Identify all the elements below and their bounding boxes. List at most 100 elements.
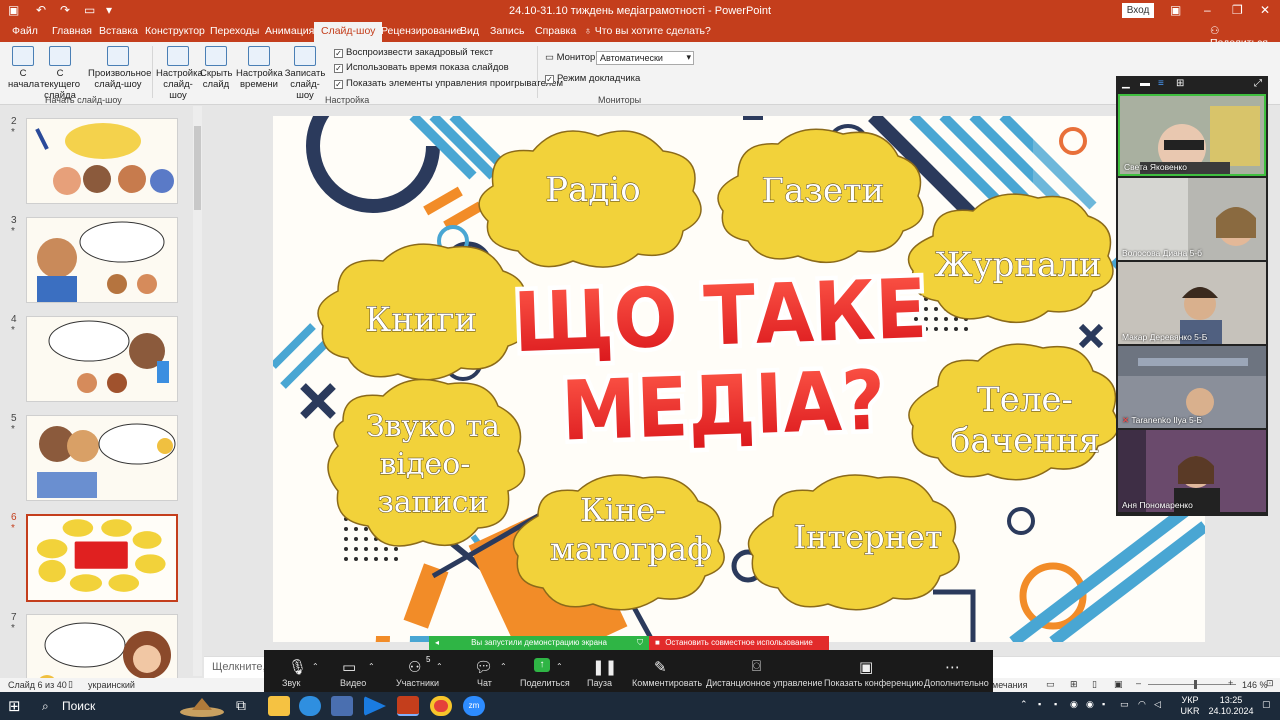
language-indicator[interactable]: УКР UKR xyxy=(1178,695,1202,717)
notes-toggle[interactable]: мечания xyxy=(992,680,1027,690)
chevron-up-icon[interactable]: ⌃ xyxy=(436,662,443,671)
mouse-icon[interactable]: ⌼ xyxy=(752,658,761,675)
wifi-icon[interactable]: ◠ xyxy=(1138,699,1146,710)
expand-icon[interactable]: ⤢ xyxy=(1254,78,1262,89)
ribbon-display-icon[interactable]: ▣ xyxy=(1170,3,1181,17)
tab-help[interactable]: Справка xyxy=(535,25,576,37)
from-start-button[interactable]: С начала xyxy=(8,46,39,90)
slide-thumbnail[interactable] xyxy=(26,316,178,402)
battery-icon[interactable]: ▭ xyxy=(1120,699,1129,710)
grid-view-icon[interactable]: ⊞ xyxy=(1176,78,1184,89)
slide-thumbnail[interactable] xyxy=(26,217,178,303)
clock[interactable]: 13:25 24.10.2024 xyxy=(1206,695,1256,717)
from-current-button[interactable]: С текущего слайда xyxy=(38,46,82,101)
tray-overflow-icon[interactable]: ⌃ xyxy=(1020,699,1028,710)
annotate-button-label[interactable]: Комментировать xyxy=(632,678,702,688)
participant-video[interactable]: ✕ Taranenko Ilya 5-Б xyxy=(1118,346,1266,428)
task-view-icon[interactable]: ⧉ xyxy=(236,697,246,714)
restore-icon[interactable]: ❐ xyxy=(1232,3,1243,17)
chevron-up-icon[interactable]: ⌃ xyxy=(312,662,319,671)
hide-slide-button[interactable]: Скрыть слайд xyxy=(200,46,232,90)
pause-button-label[interactable]: Пауза xyxy=(587,678,612,688)
participant-video[interactable]: Света Яковенко xyxy=(1118,94,1266,176)
record-slideshow-button[interactable]: Записать слайд-шоу xyxy=(282,46,328,101)
chat-button-label[interactable]: Чат xyxy=(477,678,492,688)
thumbnails-scrollbar[interactable] xyxy=(193,106,202,676)
participant-video[interactable]: Аня Пономаренко xyxy=(1118,430,1266,512)
custom-show-button[interactable]: Произвольное слайд-шоу xyxy=(88,46,151,90)
chevron-up-icon[interactable]: ⌃ xyxy=(556,662,563,671)
more-icon[interactable]: ⋯ xyxy=(945,658,960,676)
login-button[interactable]: Вход xyxy=(1122,3,1154,18)
tab-view[interactable]: Вид xyxy=(460,25,479,37)
scrollbar-thumb[interactable] xyxy=(194,126,201,210)
weather-widget-icon[interactable] xyxy=(178,694,226,718)
monitor-select[interactable]: Автоматически ▾ xyxy=(596,51,694,65)
slideshow-view-icon[interactable]: ▣ xyxy=(1114,679,1123,690)
slide-sorter-icon[interactable]: ⊞ xyxy=(1070,679,1078,690)
zoom-slider-thumb[interactable] xyxy=(1194,680,1197,689)
slide-thumbnail[interactable] xyxy=(26,614,178,678)
zoom-level[interactable]: 146 % xyxy=(1242,680,1268,690)
tray-app-icon[interactable]: ◉ xyxy=(1070,699,1078,710)
timings-checkbox[interactable]: ✓ Использовать время показа слайдов xyxy=(334,62,509,73)
participants-button-label[interactable]: Участники xyxy=(396,678,439,688)
file-explorer-icon[interactable] xyxy=(268,696,290,716)
audio-button-label[interactable]: Звук xyxy=(282,678,300,688)
pause-icon[interactable]: ❚❚ xyxy=(592,658,617,676)
tray-app-icon[interactable]: ◉ xyxy=(1086,699,1094,710)
close-icon[interactable]: ✕ xyxy=(1260,3,1270,17)
language-indicator[interactable]: украинский xyxy=(88,680,135,690)
share-screen-icon[interactable]: ↑ xyxy=(534,658,550,672)
strip-view-icon[interactable]: ≡ xyxy=(1158,78,1164,89)
annotate-pen-icon[interactable]: ✎ xyxy=(654,658,667,676)
chevron-up-icon[interactable]: ⌃ xyxy=(500,662,507,671)
zoom-out-icon[interactable]: – xyxy=(1136,678,1141,688)
participant-video[interactable]: Волосова Диана 5-б xyxy=(1118,178,1266,260)
fit-to-window-icon[interactable]: ⊡ xyxy=(1266,678,1274,689)
tell-me-search[interactable]: ♁ Что вы хотите сделать? xyxy=(584,25,711,37)
normal-view-icon[interactable]: ▭ xyxy=(1046,679,1055,690)
current-slide[interactable]: Радіо Газети Журнали Книги Звуко та віде… xyxy=(273,116,1205,642)
tray-app-icon[interactable]: ▪ xyxy=(1102,699,1105,710)
participant-video[interactable]: Макар Деревянко 5-Б xyxy=(1118,262,1266,344)
tab-transitions[interactable]: Переходы xyxy=(210,25,259,37)
video-button-label[interactable]: Видео xyxy=(340,678,366,688)
slide-thumbnail-active[interactable] xyxy=(26,514,178,602)
zoom-app-icon[interactable]: zm xyxy=(463,696,485,716)
media-player-icon[interactable] xyxy=(364,696,386,716)
chat-icon[interactable]: 💬︎ xyxy=(474,658,493,676)
participants-icon[interactable]: ⚇ xyxy=(408,658,421,676)
microphone-icon[interactable]: 🎙︎ xyxy=(288,658,307,676)
zoom-in-icon[interactable]: + xyxy=(1228,678,1233,688)
show-meeting-icon[interactable]: ▣ xyxy=(859,658,873,676)
tab-file[interactable]: Файл xyxy=(12,25,38,37)
setup-show-button[interactable]: Настройка слайд-шоу xyxy=(156,46,203,101)
tab-record[interactable]: Запись xyxy=(490,25,524,37)
video-camera-icon[interactable]: ▭ xyxy=(342,658,356,676)
windows-start-icon[interactable]: ⊞ xyxy=(8,697,21,715)
tab-slideshow[interactable]: Слайд-шоу xyxy=(314,22,383,42)
volume-icon[interactable]: ◁ xyxy=(1154,699,1161,710)
rehearse-timings-button[interactable]: Настройка времени xyxy=(236,46,283,90)
tab-review[interactable]: Рецензирование xyxy=(381,25,462,37)
stop-sharing-button[interactable]: ■ Остановить совместное использование xyxy=(649,636,829,650)
show-meeting-button-label[interactable]: Показать конференцию xyxy=(824,678,923,688)
minimize-panel-icon[interactable]: ▁ xyxy=(1122,78,1130,89)
remote-control-button-label[interactable]: Дистанционное управление xyxy=(706,678,822,688)
media-controls-checkbox[interactable]: ✓ Показать элементы управления проигрыват… xyxy=(334,78,563,89)
more-button-label[interactable]: Дополнительно xyxy=(924,678,989,688)
taskbar-search[interactable]: ⌕ Поиск xyxy=(34,696,174,716)
zoom-slider[interactable] xyxy=(1148,684,1236,685)
share-button-label[interactable]: Поделиться xyxy=(520,678,570,688)
slide-thumbnail[interactable] xyxy=(26,118,178,204)
edge-browser-icon[interactable] xyxy=(299,696,321,716)
powerpoint-icon[interactable] xyxy=(397,696,419,716)
tab-animations[interactable]: Анимация xyxy=(265,25,314,37)
single-view-icon[interactable]: ▬ xyxy=(1140,78,1150,89)
spellcheck-icon[interactable]: ▯ xyxy=(68,679,73,690)
chrome-icon[interactable] xyxy=(430,696,452,716)
notifications-icon[interactable]: ▢ xyxy=(1262,699,1271,710)
tab-home[interactable]: Главная xyxy=(52,25,92,37)
tab-insert[interactable]: Вставка xyxy=(99,25,138,37)
